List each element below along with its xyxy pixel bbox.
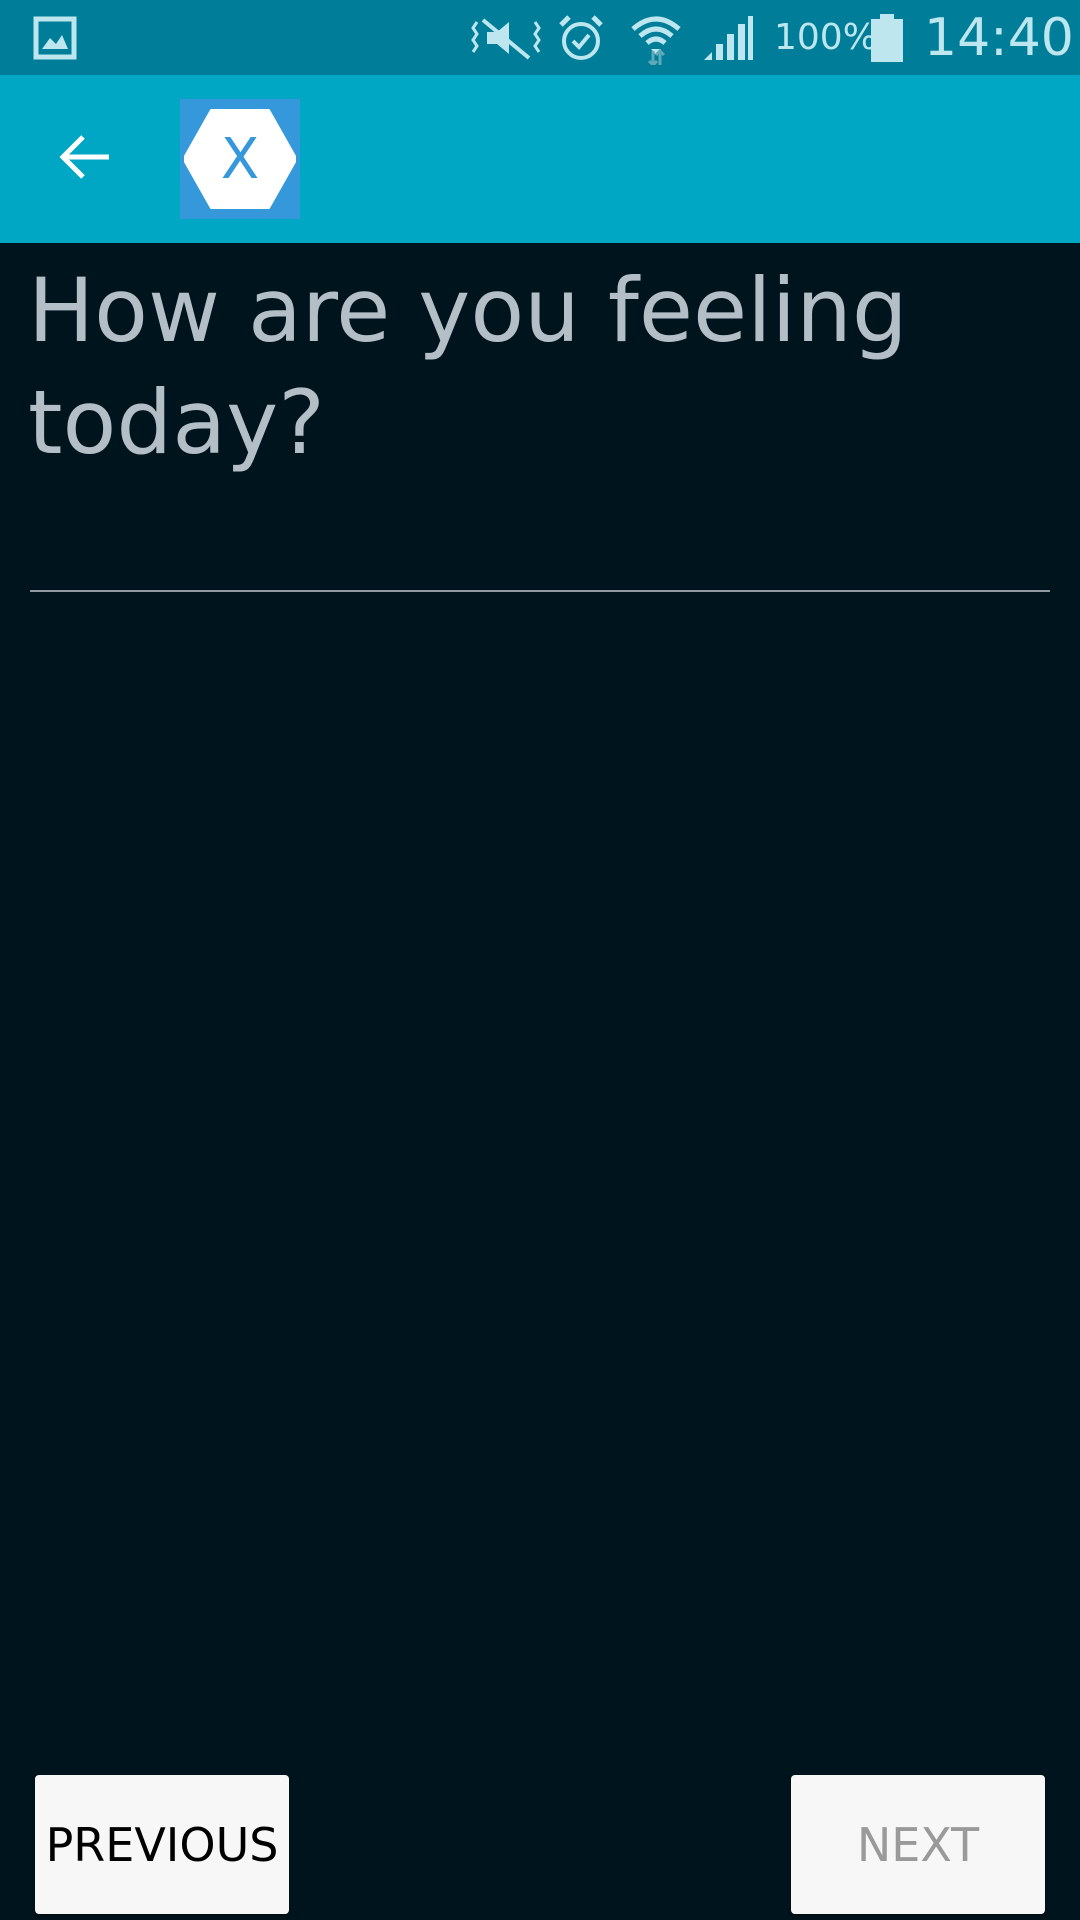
logo-letter: X xyxy=(220,126,260,192)
previous-button[interactable]: PREVIOUS xyxy=(35,1775,289,1914)
gallery-icon xyxy=(30,0,80,75)
battery-percent: 100% xyxy=(774,17,877,58)
screen: 100% 14:40 X How are you feeling today? … xyxy=(0,0,1080,1920)
vibrate-mute-icon xyxy=(470,0,542,75)
clock: 14:40 xyxy=(924,7,1074,68)
battery-icon xyxy=(868,0,906,75)
back-button[interactable] xyxy=(40,119,130,199)
alarm-icon xyxy=(556,0,606,75)
arrow-back-icon xyxy=(57,132,113,187)
app-logo: X xyxy=(180,99,300,219)
status-bar: 100% 14:40 xyxy=(0,0,1080,75)
wifi-icon xyxy=(628,0,684,75)
next-button[interactable]: NEXT xyxy=(791,1775,1045,1914)
app-bar: X xyxy=(0,75,1080,243)
signal-icon xyxy=(700,0,756,75)
answer-input[interactable] xyxy=(30,470,1050,592)
question-title: How are you feeling today? xyxy=(28,259,908,474)
